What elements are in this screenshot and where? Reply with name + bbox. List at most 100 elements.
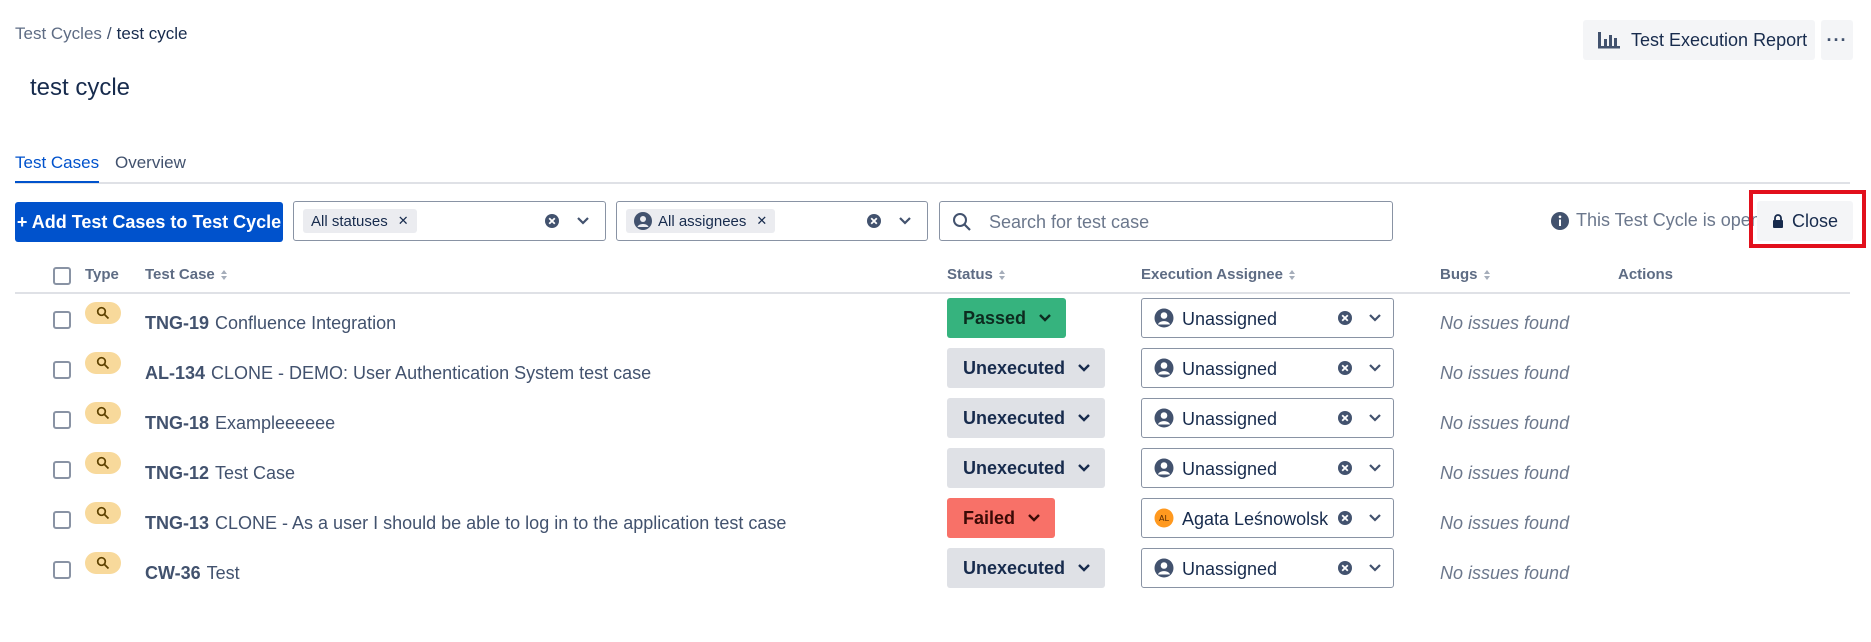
column-header-bugs[interactable]: Bugs bbox=[1440, 266, 1491, 283]
chevron-down-icon bbox=[1078, 564, 1090, 572]
row-checkbox[interactable] bbox=[53, 561, 71, 579]
assignee-select[interactable]: Unassigned bbox=[1141, 398, 1394, 438]
report-chart-icon bbox=[1598, 32, 1620, 49]
chevron-down-icon[interactable] bbox=[1368, 312, 1382, 324]
test-case-key: AL-134 bbox=[145, 363, 206, 383]
unassigned-user-icon bbox=[1154, 558, 1174, 578]
table-row: TNG-18 Exampleeeeee Unexecuted Unassigned bbox=[15, 398, 1850, 448]
more-actions-button[interactable]: ··· bbox=[1821, 20, 1853, 60]
clear-icon[interactable] bbox=[1337, 460, 1353, 476]
tab-test-cases[interactable]: Test Cases bbox=[15, 153, 100, 183]
row-checkbox[interactable] bbox=[53, 511, 71, 529]
row-checkbox[interactable] bbox=[53, 461, 71, 479]
clear-icon[interactable] bbox=[1337, 310, 1353, 326]
status-label: Passed bbox=[963, 307, 1027, 328]
test-case-key: TNG-19 bbox=[145, 313, 210, 333]
column-header-status[interactable]: Status bbox=[947, 266, 1006, 283]
status-label: Unexecuted bbox=[963, 557, 1066, 578]
test-case-link[interactable]: TNG-18 Exampleeeeee bbox=[145, 413, 335, 434]
status-dropdown[interactable]: Passed bbox=[947, 298, 1067, 338]
column-actions-label: Actions bbox=[1618, 266, 1674, 283]
assignee-select[interactable]: AL Agata Leśnowolska bbox=[1141, 498, 1394, 538]
chevron-down-icon[interactable] bbox=[1368, 412, 1382, 424]
test-case-link[interactable]: CW-36 Test bbox=[145, 563, 240, 584]
test-case-link[interactable]: AL-134 CLONE - DEMO: User Authentication … bbox=[145, 363, 651, 384]
row-checkbox[interactable] bbox=[53, 311, 71, 329]
clear-icon[interactable] bbox=[1337, 360, 1353, 376]
clear-icon[interactable] bbox=[544, 213, 560, 229]
test-case-title: Test bbox=[206, 563, 240, 583]
test-execution-report-button[interactable]: Test Execution Report bbox=[1583, 20, 1815, 60]
column-type-label: Type bbox=[85, 266, 119, 283]
clear-icon[interactable] bbox=[1337, 410, 1353, 426]
chevron-down-icon bbox=[1078, 464, 1090, 472]
lock-icon bbox=[1772, 214, 1783, 228]
column-header-test-case[interactable]: Test Case bbox=[145, 266, 228, 283]
chevron-down-icon[interactable] bbox=[1368, 362, 1382, 374]
column-assignee-label: Execution Assignee bbox=[1141, 266, 1283, 283]
row-checkbox[interactable] bbox=[53, 411, 71, 429]
column-bugs-label: Bugs bbox=[1440, 266, 1478, 283]
status-dropdown[interactable]: Failed bbox=[947, 498, 1056, 538]
status-dropdown[interactable]: Unexecuted bbox=[947, 398, 1106, 438]
chevron-down-icon[interactable] bbox=[1368, 562, 1382, 574]
status-dropdown[interactable]: Unexecuted bbox=[947, 548, 1106, 588]
user-avatar-icon bbox=[634, 212, 652, 230]
select-all-checkbox[interactable] bbox=[53, 267, 71, 285]
status-label: Unexecuted bbox=[963, 457, 1066, 478]
close-cycle-button[interactable]: Close bbox=[1757, 201, 1853, 241]
clear-icon[interactable] bbox=[866, 213, 882, 229]
test-case-title: CLONE - As a user I should be able to lo… bbox=[215, 513, 787, 533]
remove-chip-icon[interactable]: ✕ bbox=[756, 213, 767, 229]
assignee-name: Unassigned bbox=[1182, 559, 1278, 579]
row-checkbox[interactable] bbox=[53, 361, 71, 379]
test-case-key: TNG-13 bbox=[145, 513, 210, 533]
add-test-cases-button[interactable]: + Add Test Cases to Test Cycle bbox=[15, 202, 283, 242]
sort-icon bbox=[998, 269, 1005, 280]
status-filter-select[interactable]: All statuses ✕ bbox=[293, 201, 606, 241]
unassigned-user-icon bbox=[1154, 408, 1174, 428]
assignee-chip-label: All assignees bbox=[658, 212, 747, 230]
test-case-link[interactable]: TNG-13 CLONE - As a user I should be able… bbox=[145, 513, 786, 534]
status-filter-chip: All statuses ✕ bbox=[303, 209, 417, 233]
test-case-type-badge bbox=[85, 452, 121, 474]
assignee-select[interactable]: Unassigned bbox=[1141, 298, 1394, 338]
bugs-text: No issues found bbox=[1440, 313, 1570, 333]
close-button-label: Close bbox=[1791, 210, 1839, 231]
bugs-text: No issues found bbox=[1440, 363, 1570, 383]
assignee-filter-select[interactable]: All assignees ✕ bbox=[616, 201, 928, 241]
breadcrumb: Test Cycles / test cycle bbox=[15, 24, 188, 44]
assignee-name: Unassigned bbox=[1182, 459, 1278, 479]
test-case-link[interactable]: TNG-12 Test Case bbox=[145, 463, 295, 484]
tab-overview[interactable]: Overview bbox=[115, 153, 186, 173]
column-header-type: Type bbox=[85, 266, 119, 283]
chevron-down-icon[interactable] bbox=[1368, 512, 1382, 524]
tab-bar: Test Cases Overview bbox=[15, 150, 1850, 184]
search-field[interactable] bbox=[939, 201, 1393, 241]
test-case-type-badge bbox=[85, 552, 121, 574]
chevron-down-icon[interactable] bbox=[898, 215, 912, 227]
chevron-down-icon[interactable] bbox=[1368, 462, 1382, 474]
breadcrumb-link-test-cycles[interactable]: Test Cycles bbox=[15, 24, 102, 43]
status-label: Unexecuted bbox=[963, 357, 1066, 378]
test-case-link[interactable]: TNG-19 Confluence Integration bbox=[145, 313, 396, 334]
clear-icon[interactable] bbox=[1337, 510, 1353, 526]
assignee-name: Unassigned bbox=[1182, 359, 1278, 379]
unassigned-user-icon bbox=[1154, 458, 1174, 478]
assignee-select[interactable]: Unassigned bbox=[1141, 348, 1394, 388]
remove-chip-icon[interactable]: ✕ bbox=[398, 213, 409, 229]
column-header-assignee[interactable]: Execution Assignee bbox=[1141, 266, 1296, 283]
magnifier-icon bbox=[96, 556, 110, 570]
status-dropdown[interactable]: Unexecuted bbox=[947, 348, 1106, 388]
clear-icon[interactable] bbox=[1337, 560, 1353, 576]
bugs-text: No issues found bbox=[1440, 563, 1570, 583]
assignee-select[interactable]: Unassigned bbox=[1141, 548, 1394, 588]
test-case-key: TNG-18 bbox=[145, 413, 210, 433]
search-icon bbox=[953, 213, 971, 231]
chevron-down-icon[interactable] bbox=[576, 215, 590, 227]
assignee-select[interactable]: Unassigned bbox=[1141, 448, 1394, 488]
test-case-type-badge bbox=[85, 502, 121, 524]
search-input[interactable] bbox=[987, 208, 1381, 236]
bugs-text: No issues found bbox=[1440, 413, 1570, 433]
status-dropdown[interactable]: Unexecuted bbox=[947, 448, 1106, 488]
